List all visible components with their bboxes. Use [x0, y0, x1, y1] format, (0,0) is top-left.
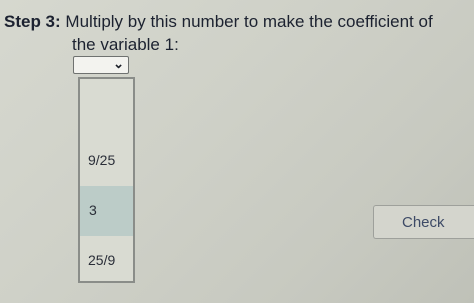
step-label: Step 3: — [4, 12, 61, 31]
multiplier-options-list[interactable]: 9/25 3 25/9 — [78, 77, 135, 283]
option-25-9[interactable]: 25/9 — [80, 249, 133, 271]
chevron-down-icon: ⌄ — [113, 56, 124, 71]
instruction-text-line2: the variable 1: — [72, 35, 179, 54]
step-instruction: Step 3: Multiply by this number to make … — [4, 10, 470, 56]
multiplier-select[interactable]: ⌄ — [73, 56, 129, 74]
option-9-25[interactable]: 9/25 — [80, 149, 133, 171]
option-3[interactable]: 3 — [80, 186, 133, 236]
check-button[interactable]: Check — [373, 205, 474, 239]
instruction-text-line1: Multiply by this number to make the coef… — [65, 12, 433, 31]
